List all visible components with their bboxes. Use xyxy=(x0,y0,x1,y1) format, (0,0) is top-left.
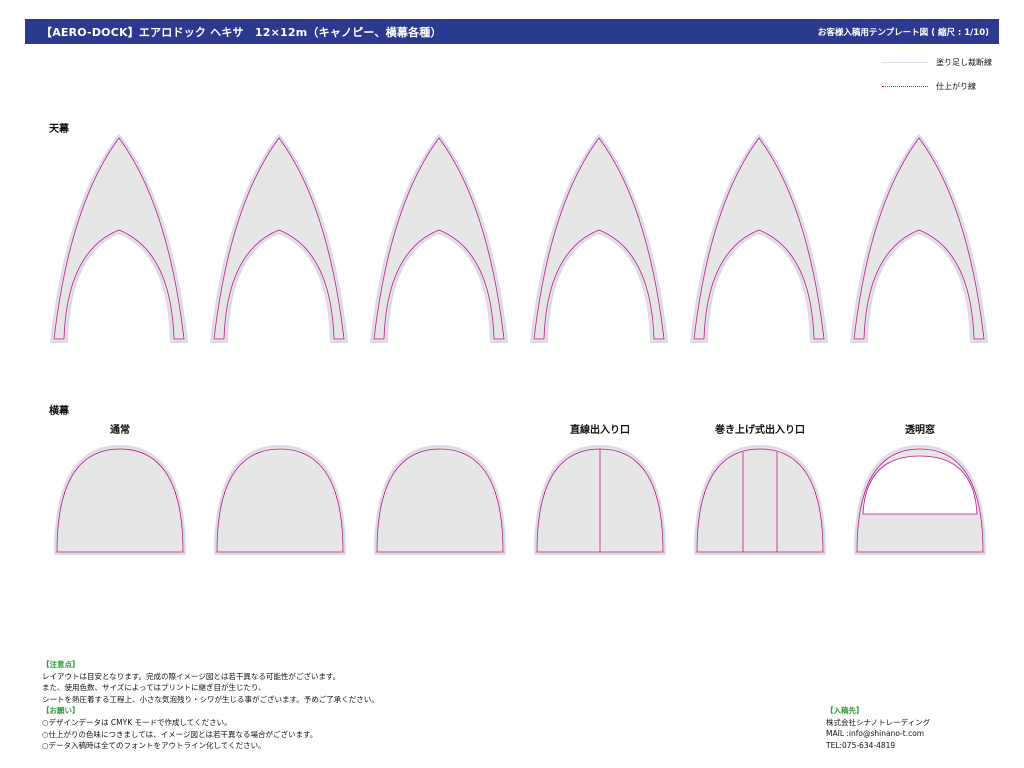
caution-line-3: シートを熱圧着する工程上、小さな気泡残り・シワが生じる事がございます。予めご了承… xyxy=(42,694,379,704)
finish-line-label: 仕上がり線 xyxy=(936,82,976,91)
contact-tel: TEL:075-634-4819 xyxy=(826,740,896,750)
side-panel-normal-3 xyxy=(373,444,507,555)
bleed-line-sample xyxy=(882,62,928,63)
legend-finish-line: 仕上がり線 xyxy=(882,81,1002,93)
canopy-panel-4 xyxy=(529,133,669,343)
bleed-line-label: 塗り足し裁断線 xyxy=(936,58,992,67)
caution-line-1: レイアウトは目安となります。完成の際イメージ図とは若干異なる可能性がございます。 xyxy=(42,671,341,681)
request-line-2: ○仕上がりの色味につきましては、イメージ図とは若干異なる場合がございます。 xyxy=(42,729,318,739)
caution-heading: 【注意点】 xyxy=(42,660,80,669)
side-panel-straight-door xyxy=(533,444,667,555)
canopy-panel-5 xyxy=(689,133,829,343)
side-panel-rollup-door xyxy=(693,444,827,555)
canopy-panel-3 xyxy=(369,133,509,343)
side-col-window-label: 透明窓 xyxy=(905,425,935,436)
canopy-panel-1 xyxy=(49,133,189,343)
page-title: 【AERO-DOCK】エアロドック ヘキサ 12×12m（キャノピー、横幕各種） xyxy=(41,26,442,39)
request-line-1: ○デザインデータは CMYK モードで作成してください。 xyxy=(42,717,232,727)
canopy-panel-6 xyxy=(849,133,989,343)
contact-heading: 【入稿先】 xyxy=(826,706,864,715)
notes-block: 【注意点】 レイアウトは目安となります。完成の際イメージ図とは若干異なる可能性が… xyxy=(42,659,379,752)
request-line-3: ○データ入稿時は全てのフォントをアウトライン化してください。 xyxy=(42,741,266,751)
side-panel-normal-1 xyxy=(53,444,187,555)
canopy-panel-2 xyxy=(209,133,349,343)
contact-mail[interactable]: MAIL :info@shinano-t.com xyxy=(826,728,930,740)
contact-block: 【入稿先】 株式会社シナノトレーディング MAIL :info@shinano-… xyxy=(826,705,930,751)
request-heading: 【お願い】 xyxy=(42,706,80,716)
header-bar: 【AERO-DOCK】エアロドック ヘキサ 12×12m（キャノピー、横幕各種）… xyxy=(25,19,999,44)
template-scale-note: お客様入稿用テンプレート図 ( 縮尺 : 1/10) xyxy=(817,28,989,38)
finish-line-sample xyxy=(882,86,928,87)
side-panel-window xyxy=(853,444,987,555)
template-sheet: 【AERO-DOCK】エアロドック ヘキサ 12×12m（キャノピー、横幕各種）… xyxy=(0,0,1024,768)
side-col-straight-door-label: 直線出入り口 xyxy=(570,425,630,436)
side-section-label: 横幕 xyxy=(49,406,69,417)
caution-line-2: また、使用色数、サイズによってはプリントに継ぎ目が生じたり、 xyxy=(42,683,266,693)
side-panel-normal-2 xyxy=(213,444,347,555)
contact-company: 株式会社シナノトレーディング xyxy=(826,717,931,727)
side-col-rollup-door-label: 巻き上げ式出入り口 xyxy=(715,425,805,436)
side-col-normal-label: 通常 xyxy=(110,425,130,436)
legend-bleed-line: 塗り足し裁断線 xyxy=(882,57,1002,69)
